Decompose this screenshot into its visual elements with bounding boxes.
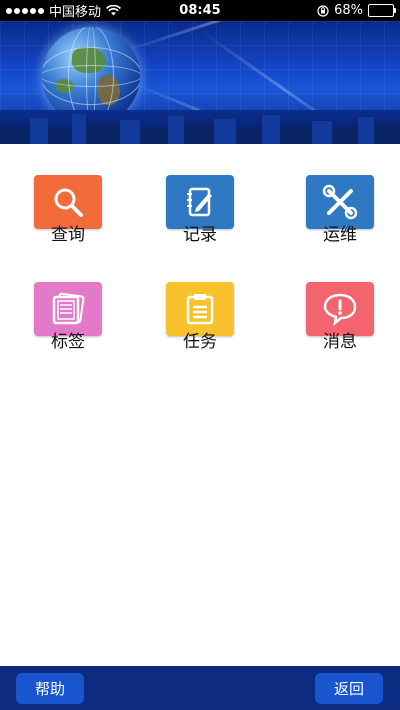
menu-item-task[interactable]: 任务 [160,282,240,352]
tag-card-icon [52,292,85,325]
signal-strength-icon [6,7,44,14]
help-button[interactable]: 帮助 [16,673,84,704]
menu-icon-tile [166,282,234,336]
menu-icon-tile [34,175,102,229]
menu-item-label: 标签 [51,332,85,352]
carrier-name: 中国移动 [49,5,102,20]
tools-icon [322,184,358,220]
search-icon [54,188,83,217]
menu-item-message[interactable]: 消息 [300,282,380,352]
clipboard-icon [186,294,214,325]
menu-icon-tile [306,282,374,336]
bottom-toolbar: 帮助 返回 [0,666,400,710]
menu-item-maintenance[interactable]: 运维 [300,175,380,245]
menu-item-label: 记录 [183,225,217,245]
notebook-icon [187,187,212,217]
message-icon [323,293,357,327]
menu-item-label: 消息 [323,332,357,352]
header-banner [0,21,400,144]
status-right: 68% [317,3,400,18]
orientation-lock-icon [317,4,329,17]
battery-icon [368,4,396,17]
menu-item-label: 查询 [51,225,85,245]
menu-item-label: 任务 [183,332,217,352]
back-button[interactable]: 返回 [315,673,383,704]
wifi-icon [106,5,121,16]
menu-icon-tile [34,282,102,336]
menu-icon-tile [306,175,374,229]
menu-item-label: 运维 [323,225,357,245]
menu-item-query[interactable]: 查询 [28,175,108,245]
menu-item-tag[interactable]: 标签 [28,282,108,352]
battery-percent: 68% [334,3,363,18]
city-skyline [0,110,400,144]
menu-icon-tile [166,175,234,229]
status-left: 中国移动 [0,1,121,20]
menu-item-record[interactable]: 记录 [160,175,240,245]
status-bar: 中国移动 08:45 68% [0,0,400,21]
